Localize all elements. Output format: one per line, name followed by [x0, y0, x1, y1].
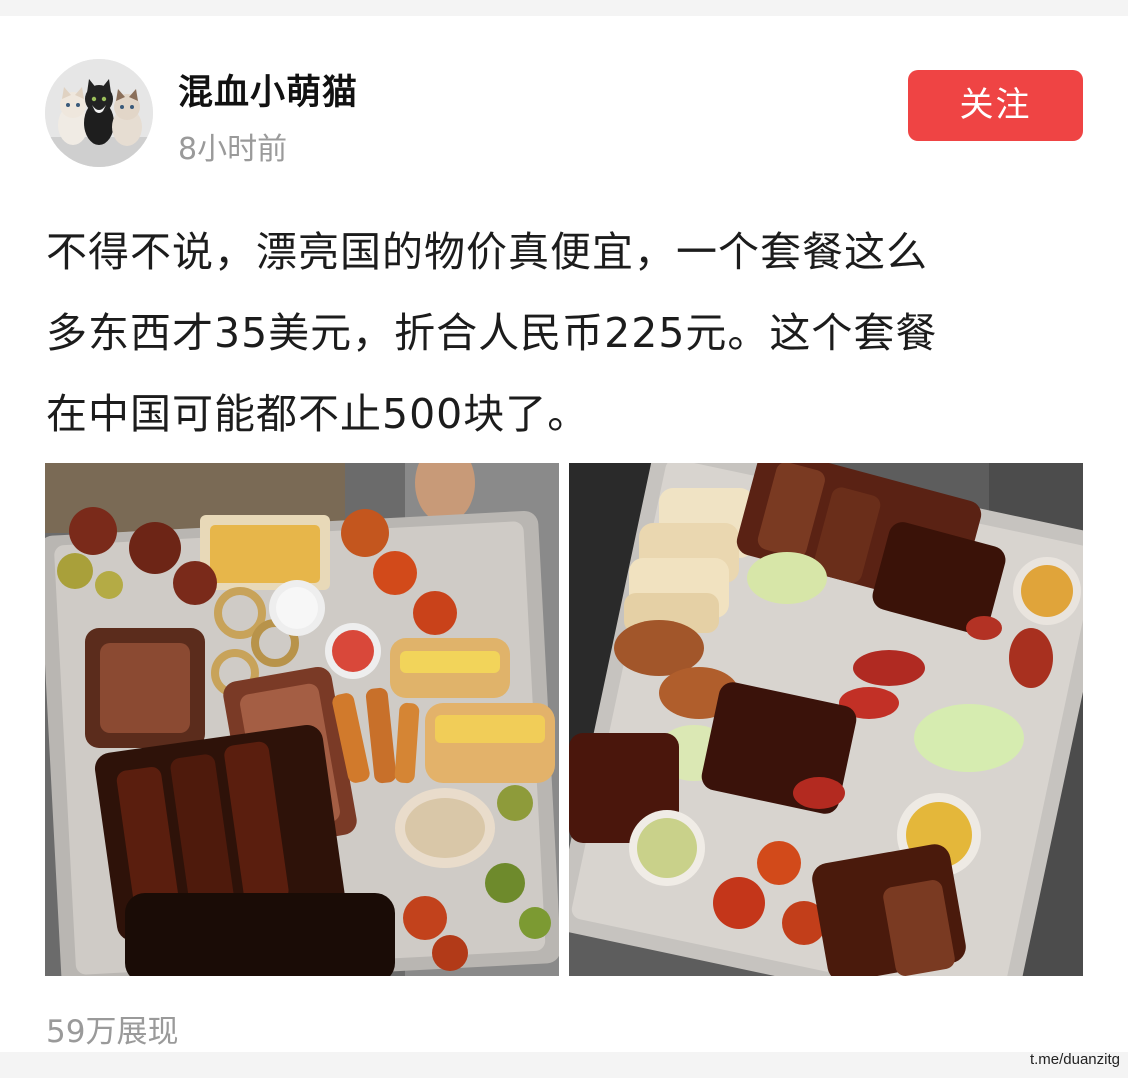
post-text-line: 多东西才35美元，折合人民币225元。这个套餐 — [46, 309, 938, 357]
post-photo-right[interactable] — [569, 463, 1083, 976]
post-text-line: 不得不说，漂亮国的物价真便宜，一个套餐这么 — [46, 228, 928, 276]
view-count: 59万展现 — [46, 1014, 179, 1050]
bbq-platter-photo — [45, 463, 559, 976]
post-text-line: 在中国可能都不止500块了。 — [46, 390, 590, 438]
kittens-avatar-image — [45, 59, 153, 167]
post-time: 8小时前 — [178, 132, 288, 167]
top-divider — [0, 0, 1128, 16]
author-name[interactable]: 混血小萌猫 — [178, 64, 358, 115]
author-avatar[interactable] — [45, 59, 153, 167]
bbq-platter-photo — [569, 463, 1083, 976]
watermark: t.me/duanzitg — [1029, 1051, 1120, 1068]
post-body: 不得不说，漂亮国的物价真便宜，一个套餐这么 多东西才35美元，折合人民币225元… — [46, 212, 1086, 455]
post-photo-left[interactable] — [45, 463, 559, 976]
feed-page: 混血小萌猫 8小时前 关注 不得不说，漂亮国的物价真便宜，一个套餐这么 多东西才… — [0, 0, 1128, 1078]
follow-button[interactable]: 关注 — [908, 70, 1083, 141]
